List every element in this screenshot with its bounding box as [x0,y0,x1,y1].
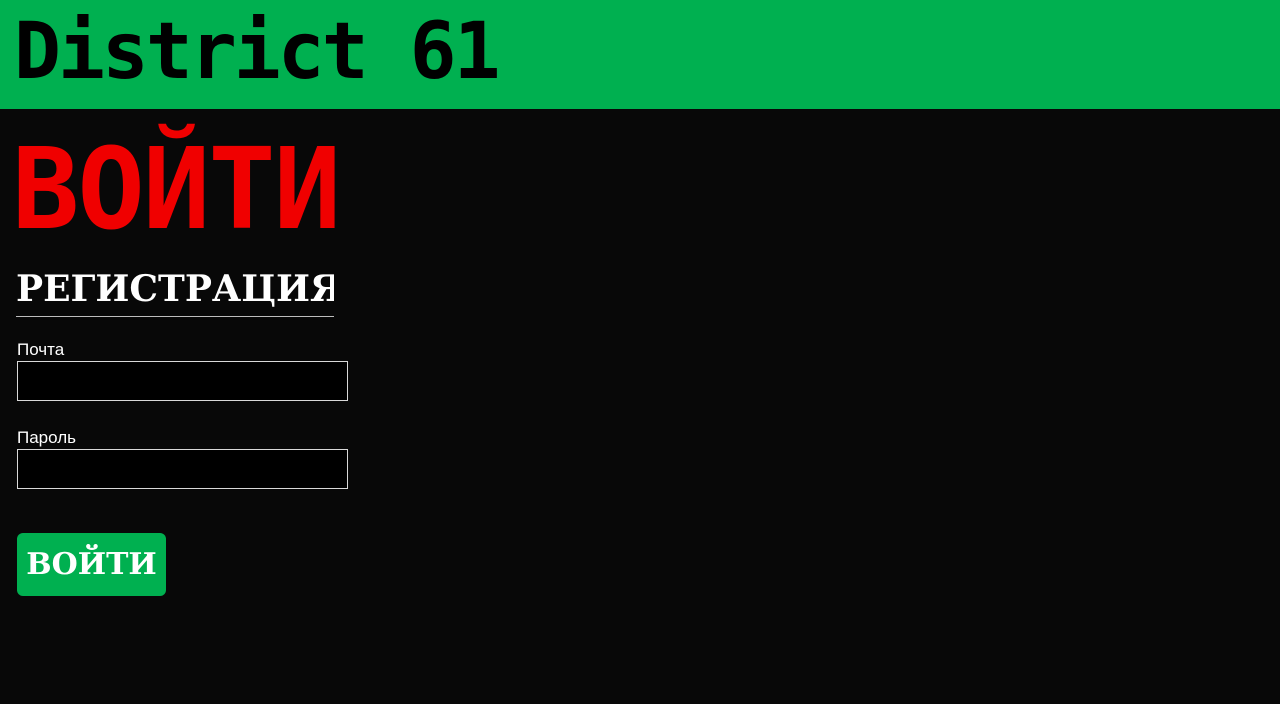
page-title: ВОЙТИ [12,125,341,255]
password-label: Пароль [17,428,76,447]
brand-logo[interactable]: District 61 [14,10,501,94]
site-header: District 61 [0,0,1280,109]
email-label: Почта [17,340,65,359]
register-tab-link[interactable]: РЕГИСТРАЦИЯ [16,266,334,317]
password-field[interactable] [17,449,348,489]
login-submit-button[interactable]: ВОЙТИ [17,533,166,596]
email-field[interactable] [17,361,348,401]
